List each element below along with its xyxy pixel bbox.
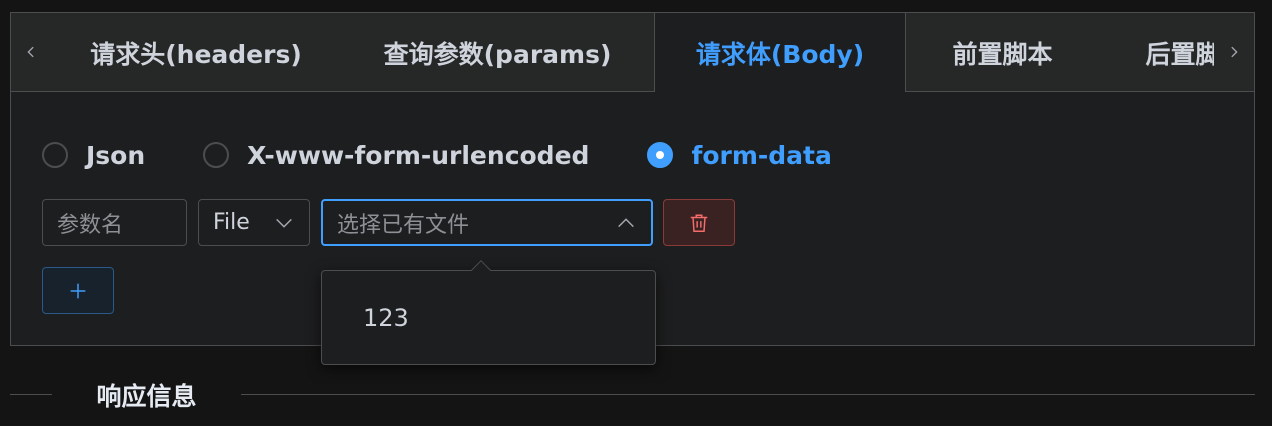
radio-circle xyxy=(203,142,230,168)
tab-scroll-prev-button[interactable] xyxy=(11,13,51,91)
param-name-input[interactable]: 参数名 xyxy=(42,199,187,246)
radio-circle xyxy=(42,142,68,168)
body-type-radio-group: Json X-www-form-urlencoded form-data xyxy=(42,135,890,175)
tab-headers[interactable]: 请求头(headers) xyxy=(51,13,341,92)
trash-icon xyxy=(690,213,708,232)
file-select-placeholder: 选择已有文件 xyxy=(337,212,470,238)
tab-header: 请求头(headers) 查询参数(params) 请求体(Body) 前置脚本… xyxy=(11,13,1254,92)
dropdown-option[interactable]: 123 xyxy=(322,298,655,338)
radio-label: form-data xyxy=(691,140,832,170)
tab-params[interactable]: 查询参数(params) xyxy=(341,13,654,92)
add-row-button[interactable] xyxy=(42,267,114,314)
file-select-dropdown: 123 xyxy=(321,260,656,365)
radio-form-data[interactable]: form-data xyxy=(647,140,832,170)
param-type-value: File xyxy=(213,210,250,235)
response-info-divider-label: 响应信息 xyxy=(52,376,241,414)
radio-label: Json xyxy=(86,140,146,170)
param-name-placeholder: 参数名 xyxy=(57,212,124,238)
chevron-up-icon xyxy=(618,217,634,227)
tab-pre-script[interactable]: 前置脚本 xyxy=(906,13,1099,92)
tab-body[interactable]: 请求体(Body) xyxy=(654,13,906,92)
param-type-select[interactable]: File xyxy=(198,199,310,246)
tab-post-script[interactable]: 后置脚本 xyxy=(1099,13,1214,92)
delete-row-button[interactable] xyxy=(663,199,735,246)
tab-strip: 请求头(headers) 查询参数(params) 请求体(Body) 前置脚本… xyxy=(51,13,1214,92)
radio-x-www-form-urlencoded[interactable]: X-www-form-urlencoded xyxy=(203,141,589,170)
chevron-right-icon xyxy=(1231,46,1238,58)
tab-viewport: 请求头(headers) 查询参数(params) 请求体(Body) 前置脚本… xyxy=(51,13,1214,92)
radio-json[interactable]: Json xyxy=(42,141,145,170)
chevron-down-icon xyxy=(276,218,292,228)
tab-scroll-next-button[interactable] xyxy=(1214,13,1254,91)
file-select[interactable]: 选择已有文件 xyxy=(321,199,653,246)
radio-circle xyxy=(647,142,674,168)
chevron-left-icon xyxy=(27,46,34,58)
radio-label: X-www-form-urlencoded xyxy=(247,140,590,170)
plus-icon xyxy=(70,283,86,298)
